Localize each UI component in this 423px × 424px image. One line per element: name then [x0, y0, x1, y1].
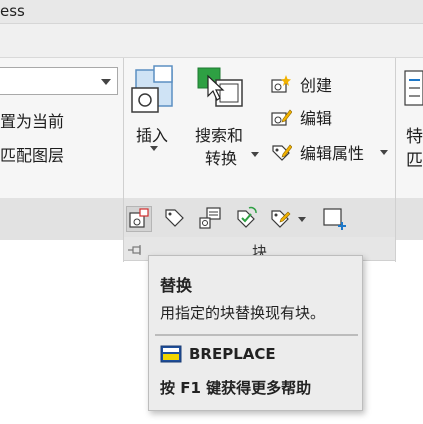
tooltip-help: 按 F1 键获得更多帮助	[160, 379, 312, 397]
window-title: ess	[0, 2, 25, 20]
match-label-fragment[interactable]: 匹	[406, 146, 423, 171]
attribute-manager-icon	[271, 210, 291, 228]
chevron-down-icon[interactable]	[251, 152, 259, 157]
pin-icon[interactable]	[127, 243, 143, 257]
create-block-icon	[271, 75, 291, 93]
sync-attributes-icon	[237, 206, 257, 228]
tooltip-description: 用指定的块替换现有块。	[160, 304, 326, 322]
edit-attributes-label: 编辑属性	[300, 144, 365, 163]
attribute-management-button[interactable]	[268, 206, 294, 232]
tooltip-title: 替换	[160, 276, 193, 295]
replace-block-icon	[129, 208, 149, 228]
search-replace-button[interactable]: 搜索和 转换	[193, 62, 259, 168]
insert-block-icon	[131, 65, 173, 113]
edit-block-icon	[271, 109, 292, 126]
create-label: 创建	[300, 76, 333, 95]
attribute-tag-button[interactable]	[162, 206, 188, 232]
insert-block-button[interactable]: 插入	[128, 62, 182, 162]
chevron-down-icon[interactable]	[298, 217, 306, 222]
properties-icon[interactable]	[404, 70, 423, 106]
tooltip-divider	[155, 334, 358, 336]
tooltip: 替换 用指定的块替换现有块。 BREPLACE 按 F1 键获得更多帮助	[148, 255, 363, 411]
chevron-down-icon[interactable]	[150, 146, 158, 151]
insert-label: 插入	[136, 126, 169, 145]
define-attribute-button[interactable]	[322, 206, 348, 232]
tooltip-command: BREPLACE	[189, 345, 276, 363]
set-current-button[interactable]: 置为当前	[0, 108, 64, 132]
tag-icon	[165, 209, 184, 227]
chevron-down-icon[interactable]	[101, 79, 111, 85]
match-layer-button[interactable]: 匹配图层	[0, 142, 64, 166]
sync-attributes-button[interactable]	[234, 206, 260, 232]
title-bar: ess	[0, 0, 423, 24]
edit-label: 编辑	[300, 109, 333, 128]
edit-attributes-icon	[272, 144, 292, 161]
properties-label-fragment[interactable]: 特	[406, 122, 423, 147]
search-replace-label-line1: 搜索和	[195, 126, 244, 145]
block-tools-row	[126, 206, 356, 232]
replace-block-button[interactable]	[126, 206, 152, 232]
block-table-icon	[199, 207, 221, 229]
group-separator	[123, 58, 124, 262]
search-replace-icon	[197, 67, 243, 107]
search-replace-label-line2: 转换	[205, 149, 238, 168]
layer-dropdown[interactable]	[0, 67, 118, 95]
ribbon-tab-strip	[0, 24, 423, 58]
group-separator	[395, 58, 396, 262]
block-table-button[interactable]	[198, 206, 224, 232]
new-rectangle-icon	[323, 208, 346, 230]
chevron-down-icon[interactable]	[380, 150, 388, 155]
command-line-icon	[160, 345, 182, 363]
